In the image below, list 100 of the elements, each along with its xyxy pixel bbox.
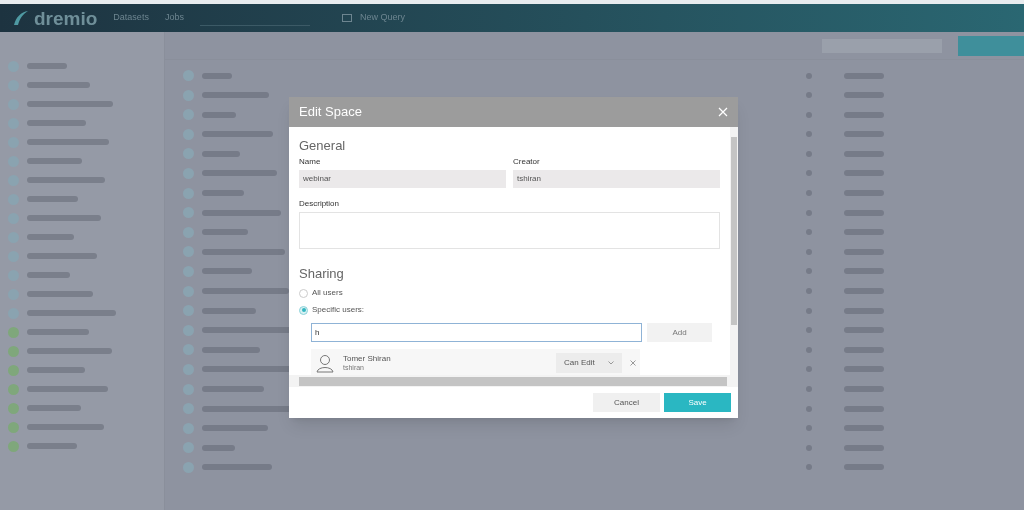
dialog-title: Edit Space [299,103,362,122]
blurred-label [806,307,812,314]
space-icon [8,383,19,395]
blurred-label [844,405,884,412]
blurred-label [806,288,812,295]
blurred-label [844,288,884,295]
radio-icon[interactable] [299,305,308,315]
blurred-label [844,72,884,79]
logo-icon [12,9,30,27]
blurred-label [202,131,273,138]
blurred-label [844,111,884,118]
blurred-label [806,268,812,275]
blurred-label [806,92,812,99]
close-icon[interactable] [718,107,728,117]
blurred-label [844,444,884,451]
space-icon [8,402,19,414]
section-heading: Sharing [299,267,345,280]
blurred-label [806,248,812,255]
blurred-label [202,268,252,275]
blurred-label [806,366,812,373]
field-label: Creator [513,156,541,168]
field-label: Description [299,198,340,210]
blurred-label [202,307,256,314]
blurred-label [27,291,93,297]
space-icon [8,326,19,338]
add-space-button[interactable] [958,35,1024,56]
blurred-label [27,120,86,126]
blurred-label [806,131,812,138]
blurred-label [202,72,232,79]
query-icon [341,14,352,22]
radio-option[interactable]: Specific users: [299,304,720,316]
blurred-label [844,464,884,471]
name-field[interactable]: webinar [299,170,506,188]
user-icon [315,353,335,373]
blurred-label [202,150,240,157]
blurred-label [806,386,812,392]
blurred-label [844,229,884,236]
cancel-button[interactable]: Cancel [593,393,660,412]
space-icon [8,345,19,357]
blurred-label [202,425,268,432]
blurred-label [202,464,272,471]
blurred-label [806,444,812,451]
blurred-label [844,386,884,392]
blurred-label [202,444,235,451]
blurred-label [806,229,812,236]
blurred-label [806,111,812,118]
horizontal-scrollbar[interactable] [289,375,738,387]
blurred-label [844,150,884,157]
field-label: Name [299,156,322,168]
description-field[interactable] [299,212,720,249]
blurred-label [27,158,82,164]
blurred-label [844,209,884,216]
blurred-label [806,72,812,79]
blurred-label [806,209,812,216]
blurred-label [806,346,812,353]
blurred-label [27,367,85,373]
blurred-label [844,131,884,138]
blurred-label [27,234,74,240]
blurred-label [202,229,248,236]
blurred-label [806,327,812,334]
blurred-label [202,190,244,197]
blurred-label [844,92,884,99]
blurred-label [844,268,884,275]
blurred-label [806,190,812,197]
creator-field[interactable]: tshiran [513,170,720,188]
permission-dropdown[interactable]: Can Edit [556,353,622,373]
blurred-label [27,63,67,69]
blurred-label [844,327,884,334]
logo-text: dremio [34,8,98,28]
radio-icon[interactable] [299,288,308,298]
vertical-scrollbar[interactable] [730,127,738,375]
blurred-label [202,111,236,118]
blurred-label [202,92,269,99]
blurred-label [27,82,90,88]
caret-icon [608,361,614,365]
blurred-label [202,346,260,353]
blurred-label [844,190,884,197]
remove-icon[interactable] [630,360,636,366]
blurred-label [806,405,812,412]
blurred-label [844,170,884,177]
blurred-label [27,329,89,335]
space-icon [8,421,19,433]
blurred-label [806,170,812,177]
blurred-label [806,425,812,432]
user-input-field[interactable]: h [311,323,642,342]
blurred-label [27,443,77,449]
add-button[interactable]: Add [647,323,712,342]
section-heading: General [299,139,347,152]
blurred-label [27,196,78,202]
blurred-label [202,386,264,392]
blurred-label [806,150,812,157]
space-icon [8,440,19,452]
space-icon [8,364,19,376]
blurred-label [844,346,884,353]
blurred-label [27,272,70,278]
blurred-label [844,248,884,255]
blurred-label [806,464,812,471]
blurred-label [844,425,884,432]
blurred-label [844,366,884,373]
radio-option[interactable]: All users [299,287,720,299]
